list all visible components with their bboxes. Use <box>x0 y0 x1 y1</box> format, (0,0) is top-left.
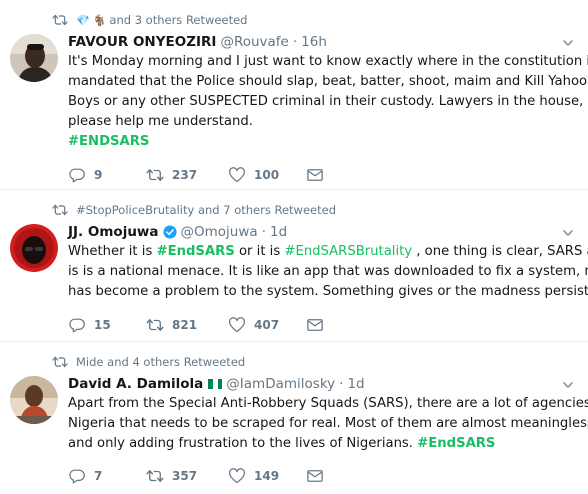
retweet-context[interactable]: Mide and 4 others Retweeted <box>52 354 245 370</box>
tweet-text-line: please help me understand. <box>68 114 253 129</box>
chevron-down-icon[interactable] <box>562 37 574 49</box>
reply-icon <box>68 468 86 484</box>
retweet-button[interactable]: 357 <box>146 468 228 484</box>
tweet-text-segment: and only adding frustration to the lives… <box>68 436 418 451</box>
author-name[interactable]: David A. Damilola <box>68 376 203 392</box>
retweet-icon <box>52 13 68 27</box>
author-handle[interactable]: @Omojuwa <box>181 224 258 240</box>
like-count: 100 <box>254 168 280 182</box>
tweet-text-line: Nigeria that needs to be scraped for rea… <box>68 416 588 431</box>
like-button[interactable]: 407 <box>228 317 306 333</box>
retweet-icon <box>146 167 164 183</box>
separator-dot: · <box>339 376 344 392</box>
reply-button[interactable]: 15 <box>68 317 146 333</box>
gem-emoji-icon: 💎 <box>76 13 90 27</box>
tweet-header: David A. Damilola @IamDamilosky · 1d <box>68 376 365 392</box>
tweet-text-line: Apart from the Special Anti-Robbery Squa… <box>68 396 588 411</box>
retweet-icon <box>52 203 68 217</box>
chevron-down-icon[interactable] <box>562 379 574 391</box>
author-handle[interactable]: @Rouvafe <box>220 34 288 50</box>
tweet-header: FAVOUR ONYEOZIRI @Rouvafe · 16h <box>68 34 327 50</box>
author-name[interactable]: FAVOUR ONYEOZIRI <box>68 34 216 50</box>
reply-button[interactable]: 7 <box>68 468 146 484</box>
retweet-button[interactable]: 821 <box>146 317 228 333</box>
hashtag-link[interactable]: #EndSARS <box>157 244 235 259</box>
retweet-icon <box>52 355 68 369</box>
retweet-context[interactable]: 💎 🐐 and 3 others Retweeted <box>52 12 247 28</box>
retweet-count: 237 <box>172 168 198 182</box>
nigeria-flag-icon <box>208 379 223 389</box>
tweet-actions: 7 357 149 <box>68 466 358 486</box>
retweet-icon <box>146 317 164 333</box>
tweet-timestamp[interactable]: 16h <box>301 34 327 50</box>
like-icon <box>228 167 246 183</box>
retweet-context-text: #StopPoliceBrutality and 7 others Retwee… <box>76 203 336 217</box>
like-icon <box>228 317 246 333</box>
tweet-text-line: mandated that the Police should slap, be… <box>68 74 588 89</box>
tweet-text-segment: , one thing is clear, SARS as it <box>416 244 588 259</box>
author-handle[interactable]: @IamDamilosky <box>226 376 335 392</box>
tweet-text-line: is is a national menace. It is like an a… <box>68 264 588 279</box>
retweet-context-text: and 3 others Retweeted <box>109 13 248 27</box>
dm-icon <box>306 468 324 484</box>
tweet-header: JJ. Omojuwa @Omojuwa · 1d <box>68 224 287 240</box>
timeline-feed: 💎 🐐 and 3 others Retweeted FAVOUR ONYEOZ… <box>0 0 588 494</box>
hashtag-link[interactable]: #ENDSARS <box>68 134 149 149</box>
tweet-timestamp[interactable]: 1d <box>347 376 364 392</box>
reply-button[interactable]: 9 <box>68 167 146 183</box>
hashtag-link[interactable]: #EndSARS <box>417 436 495 451</box>
like-icon <box>228 468 246 484</box>
retweet-icon <box>146 468 164 484</box>
separator-dot: · <box>261 224 266 240</box>
retweet-button[interactable]: 237 <box>146 167 228 183</box>
direct-message-button[interactable] <box>306 167 324 183</box>
tweet-text-line: It's Monday morning and I just want to k… <box>68 54 588 69</box>
like-button[interactable]: 149 <box>228 468 306 484</box>
direct-message-button[interactable] <box>306 317 324 333</box>
avatar[interactable] <box>10 376 58 424</box>
tweet[interactable]: 💎 🐐 and 3 others Retweeted FAVOUR ONYEOZ… <box>0 0 588 190</box>
author-name[interactable]: JJ. Omojuwa <box>68 224 159 240</box>
hashtag-link[interactable]: #EndSARSBrutality <box>284 244 412 259</box>
tweet-text-segment: or it is <box>234 244 285 259</box>
tweet[interactable]: Mide and 4 others Retweeted David A. Dam… <box>0 342 588 494</box>
direct-message-button[interactable] <box>306 468 324 484</box>
tweet-timestamp[interactable]: 1d <box>270 224 287 240</box>
retweet-context-text: Mide and 4 others Retweeted <box>76 355 246 369</box>
dm-icon <box>306 167 324 183</box>
reply-icon <box>68 167 86 183</box>
retweet-context[interactable]: #StopPoliceBrutality and 7 others Retwee… <box>52 202 336 218</box>
tweet-text-line: Boys or any other SUSPECTED criminal in … <box>68 94 584 109</box>
tweet-text-segment: Whether it is <box>68 244 157 259</box>
tweet-text: It's Monday morning and I just want to k… <box>68 52 588 152</box>
reply-count: 15 <box>94 318 111 332</box>
tweet[interactable]: #StopPoliceBrutality and 7 others Retwee… <box>0 190 588 342</box>
tweet-text: Whether it is #EndSARS or it is #EndSARS… <box>68 242 588 302</box>
like-count: 149 <box>254 469 280 483</box>
reply-count: 7 <box>94 469 103 483</box>
verified-badge-icon <box>162 225 177 239</box>
retweet-count: 357 <box>172 469 198 483</box>
avatar[interactable] <box>10 224 58 272</box>
tweet-actions: 15 821 407 <box>68 315 358 335</box>
chevron-down-icon[interactable] <box>562 227 574 239</box>
tweet-actions: 9 237 100 <box>68 165 358 185</box>
like-button[interactable]: 100 <box>228 167 306 183</box>
dm-icon <box>306 317 324 333</box>
retweet-count: 821 <box>172 318 198 332</box>
avatar[interactable] <box>10 34 58 82</box>
reply-icon <box>68 317 86 333</box>
reply-count: 9 <box>94 168 103 182</box>
tweet-text-line: has become a problem to the system. Some… <box>68 284 588 299</box>
like-count: 407 <box>254 318 280 332</box>
goat-emoji-icon: 🐐 <box>92 13 107 27</box>
separator-dot: · <box>292 34 298 50</box>
tweet-text: Apart from the Special Anti-Robbery Squa… <box>68 394 588 454</box>
